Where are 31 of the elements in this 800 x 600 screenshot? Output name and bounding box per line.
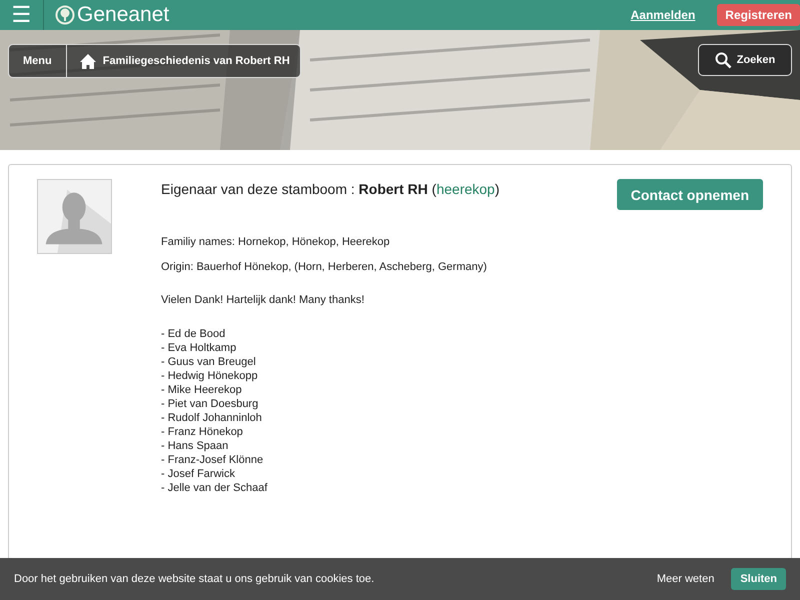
cookie-message: Door het gebruiken van deze website staat u ons gebruik van cookies toe. <box>14 573 376 585</box>
username-link[interactable]: heerekop <box>436 181 495 197</box>
search-button[interactable]: Zoeken <box>698 44 792 76</box>
contributor-name: - Eva Holtkamp <box>161 341 238 355</box>
thanks-text: Vielen Dank! Hartelijk dank! Many thanks! <box>161 294 366 306</box>
contributor-name: - Hans Spaan <box>161 439 230 453</box>
contributor-name: - Hedwig Hönekopp <box>161 369 259 383</box>
login-link[interactable]: Aanmelden <box>630 8 696 22</box>
contributor-name: - Jelle van der Schaaf <box>161 481 268 495</box>
menu-button[interactable]: Menu <box>9 45 67 77</box>
avatar-icon <box>37 179 112 254</box>
owner-text: Eigenaar van deze stamboom : Robert RH (heerekop) <box>161 181 501 197</box>
home-icon <box>80 54 96 68</box>
more-info-link[interactable]: Meer weten <box>656 573 714 585</box>
contributor-name: - Piet van Doesburg <box>161 397 260 411</box>
description-text: Origin: Bauerhof Hönekop, (Horn, Herberen, Ascheberg, Germany) <box>161 261 488 273</box>
contributor-name: - Mike Heerekop <box>161 383 243 397</box>
description-text: Familiy names: Hornekop, Hönekop, Heerekop <box>161 236 391 248</box>
close-button[interactable]: Sluiten <box>731 568 786 590</box>
contributor-name: - Ed de Bood <box>161 327 226 341</box>
register-button[interactable]: Registreren <box>717 4 800 26</box>
contributor-name: - Guus van Breugel <box>161 355 257 369</box>
contributor-name: - Rudolf Johanninloh <box>161 411 263 425</box>
contributor-name: - Franz Hönekop <box>161 425 244 439</box>
contributor-name: - Franz-Josef Klönne <box>161 453 264 467</box>
contact-button[interactable]: Contact opnemen <box>616 179 763 210</box>
logo-text: Geneanet <box>77 3 170 27</box>
contributor-name: - Josef Farwick <box>161 467 236 481</box>
breadcrumb-link[interactable]: Familiegeschiedenis van Robert RH <box>66 45 300 77</box>
tree-logo-icon <box>55 5 75 25</box>
search-icon <box>714 52 732 68</box>
